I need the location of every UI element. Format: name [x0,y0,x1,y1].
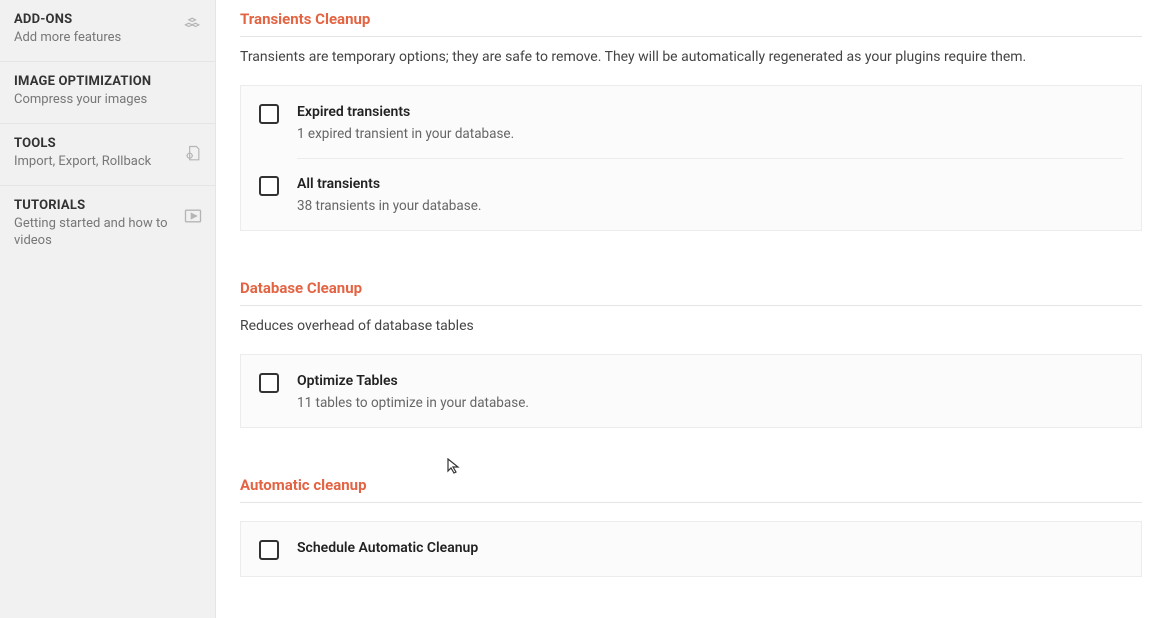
option-title: All transients [297,176,1123,192]
sidebar-item-sub: Getting started and how to videos [14,216,201,250]
option-title: Expired transients [297,104,1123,120]
section-title: Database Cleanup [240,279,1142,306]
option-body: Schedule Automatic Cleanup [297,540,1123,556]
sidebar-item-addons[interactable]: ADD-ONS Add more features [0,0,215,62]
options-panel: Schedule Automatic Cleanup [240,521,1142,577]
play-icon [183,206,203,226]
sidebar-item-tutorials[interactable]: TUTORIALS Getting started and how to vid… [0,186,215,264]
option-row-all-transients: All transients 38 transients in your dat… [241,158,1141,230]
checkbox-schedule-cleanup[interactable] [259,540,279,560]
checkbox-expired-transients[interactable] [259,104,279,124]
file-gear-icon [183,144,203,164]
option-body: All transients 38 transients in your dat… [297,176,1123,214]
options-panel: Optimize Tables 11 tables to optimize in… [240,354,1142,428]
cursor-icon [446,458,462,474]
section-title: Automatic cleanup [240,476,1142,503]
sidebar-item-tools[interactable]: TOOLS Import, Export, Rollback [0,124,215,186]
options-panel: Expired transients 1 expired transient i… [240,85,1142,231]
section-title: Transients Cleanup [240,10,1142,37]
sidebar-item-title: TOOLS [14,136,201,151]
option-row-optimize-tables: Optimize Tables 11 tables to optimize in… [241,355,1141,427]
section-desc: Reduces overhead of database tables [240,318,1142,334]
boxes-icon [183,14,203,34]
main-content: Transients Cleanup Transients are tempor… [216,0,1164,618]
sidebar-item-title: IMAGE OPTIMIZATION [14,74,201,89]
option-sub: 11 tables to optimize in your database. [297,395,1123,411]
sidebar-item-title: TUTORIALS [14,198,201,213]
section-database: Database Cleanup Reduces overhead of dat… [240,279,1142,428]
option-title: Optimize Tables [297,373,1123,389]
option-row-expired-transients: Expired transients 1 expired transient i… [241,86,1141,158]
option-row-schedule-cleanup: Schedule Automatic Cleanup [241,522,1141,576]
option-body: Expired transients 1 expired transient i… [297,104,1123,142]
sidebar: ADD-ONS Add more features IMAGE OPTIMIZA… [0,0,216,618]
sidebar-item-title: ADD-ONS [14,12,201,27]
section-automatic: Automatic cleanup Schedule Automatic Cle… [240,476,1142,577]
option-sub: 1 expired transient in your database. [297,126,1123,142]
section-transients: Transients Cleanup Transients are tempor… [240,10,1142,231]
checkbox-optimize-tables[interactable] [259,373,279,393]
sidebar-item-sub: Add more features [14,30,201,47]
sidebar-item-sub: Compress your images [14,92,201,109]
sidebar-item-sub: Import, Export, Rollback [14,154,201,171]
checkbox-all-transients[interactable] [259,176,279,196]
section-desc: Transients are temporary options; they a… [240,49,1142,65]
option-title: Schedule Automatic Cleanup [297,540,1123,556]
option-sub: 38 transients in your database. [297,198,1123,214]
option-body: Optimize Tables 11 tables to optimize in… [297,373,1123,411]
sidebar-item-image-optimization[interactable]: IMAGE OPTIMIZATION Compress your images [0,62,215,124]
